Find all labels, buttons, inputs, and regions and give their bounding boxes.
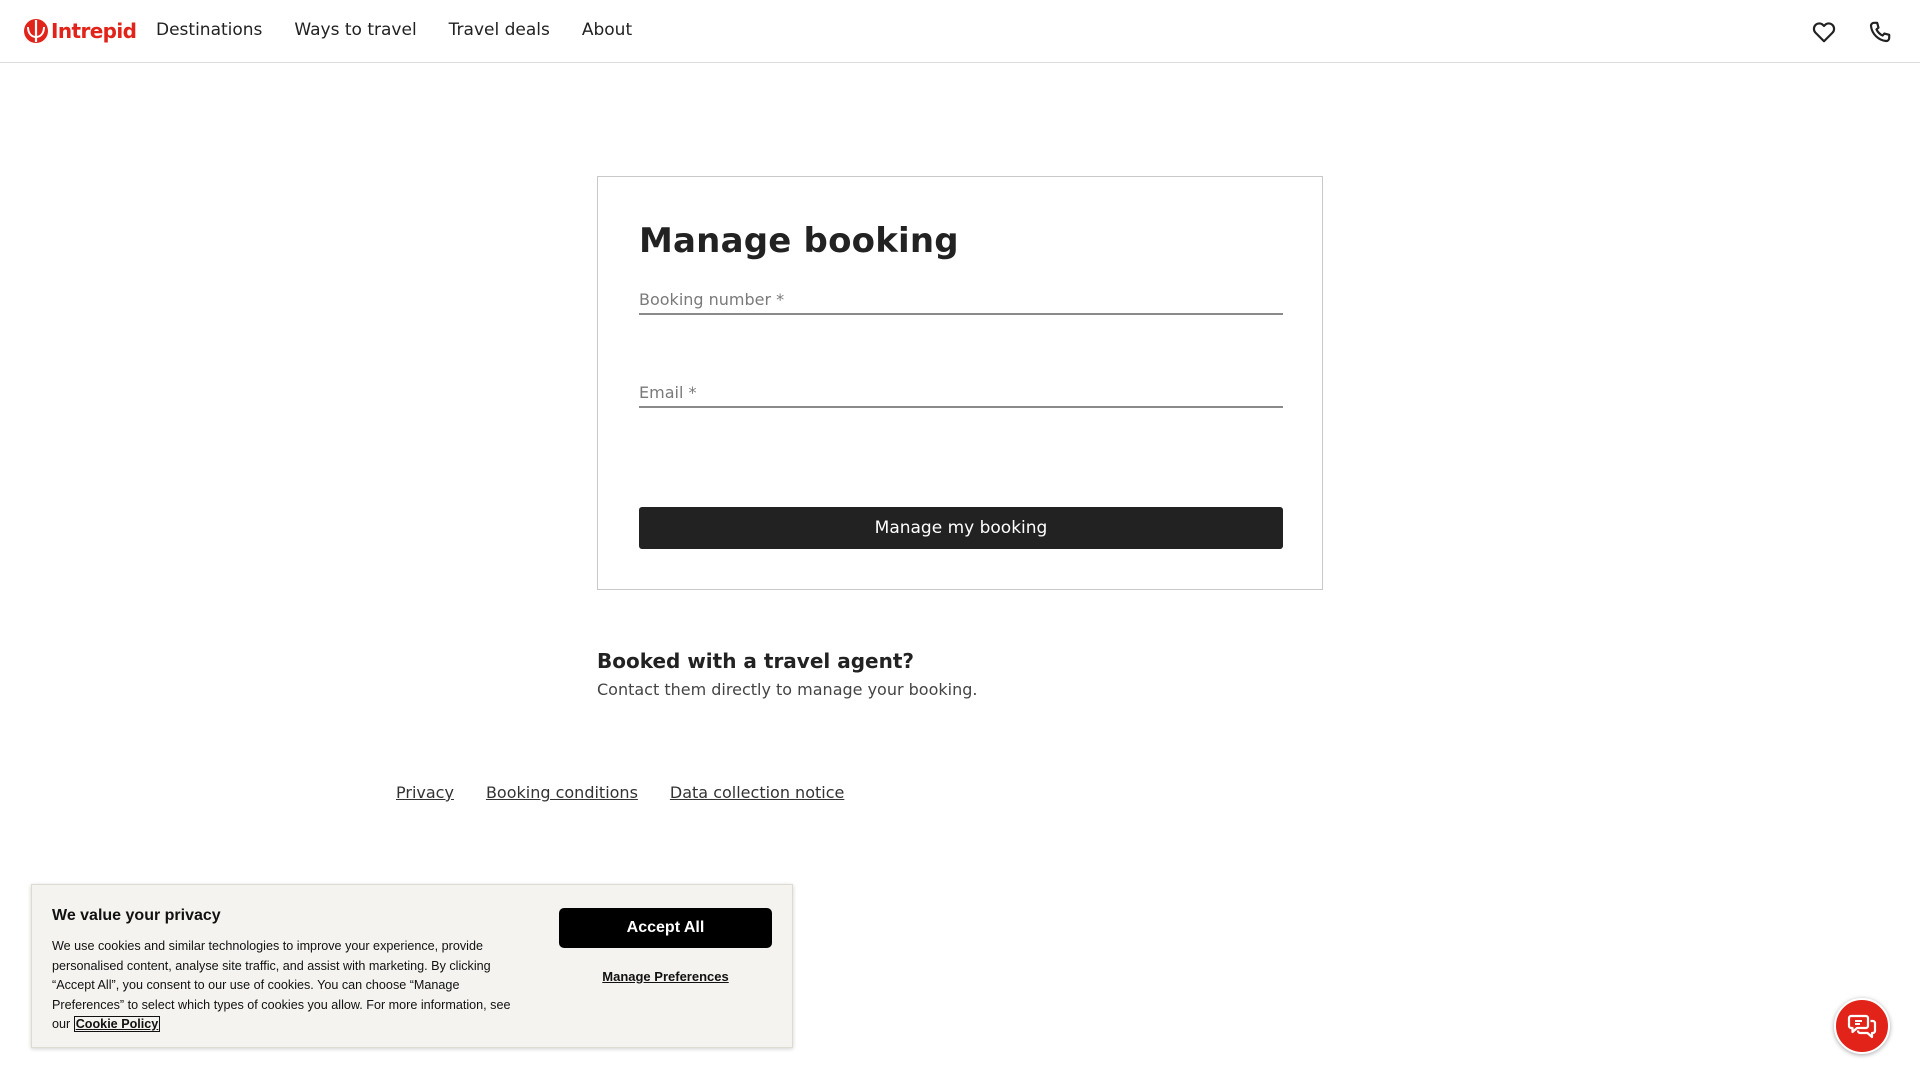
- footer-link-booking-conditions[interactable]: Booking conditions: [486, 783, 638, 802]
- booking-number-input[interactable]: [639, 277, 1283, 311]
- logo-text: Intrepid: [51, 19, 137, 43]
- nav-item-travel-deals[interactable]: Travel deals: [449, 20, 550, 40]
- nav-item-about[interactable]: About: [582, 20, 632, 40]
- manage-my-booking-button[interactable]: Manage my booking: [639, 507, 1283, 549]
- booking-number-field: [639, 277, 1283, 315]
- footer-link-privacy[interactable]: Privacy: [396, 783, 454, 802]
- email-field: [639, 370, 1283, 408]
- footer-links: Privacy Booking conditions Data collecti…: [396, 783, 876, 802]
- manage-booking-card: Manage booking Manage my booking: [597, 176, 1323, 590]
- cookie-banner: We value your privacy We use cookies and…: [31, 884, 793, 1048]
- heart-icon: [1812, 22, 1836, 43]
- email-input[interactable]: [639, 370, 1283, 404]
- intrepid-logo[interactable]: Intrepid: [23, 18, 137, 44]
- manage-preferences-link[interactable]: Manage Preferences: [559, 969, 772, 984]
- wishlist-button[interactable]: [1811, 19, 1837, 45]
- cookie-title: We value your privacy: [52, 907, 221, 924]
- nav-item-destinations[interactable]: Destinations: [156, 20, 262, 40]
- accept-all-button[interactable]: Accept All: [559, 908, 772, 948]
- phone-button[interactable]: [1867, 19, 1893, 45]
- chat-icon: [1847, 1014, 1877, 1039]
- footer-link-data-collection-notice[interactable]: Data collection notice: [670, 783, 844, 802]
- nav-item-ways-to-travel[interactable]: Ways to travel: [294, 20, 416, 40]
- cookie-policy-link[interactable]: Cookie Policy: [73, 1016, 161, 1032]
- main-nav: Destinations Ways to travel Travel deals…: [156, 20, 664, 40]
- page-title: Manage booking: [639, 221, 959, 261]
- site-header: Intrepid Destinations Ways to travel Tra…: [0, 0, 1920, 63]
- travel-agent-heading: Booked with a travel agent?: [597, 649, 915, 673]
- intrepid-logo-icon: [24, 19, 48, 43]
- phone-icon: [1869, 21, 1891, 43]
- travel-agent-text: Contact them directly to manage your boo…: [597, 680, 978, 699]
- chat-button[interactable]: [1834, 998, 1890, 1054]
- cookie-body: We use cookies and similar technologies …: [52, 937, 532, 1035]
